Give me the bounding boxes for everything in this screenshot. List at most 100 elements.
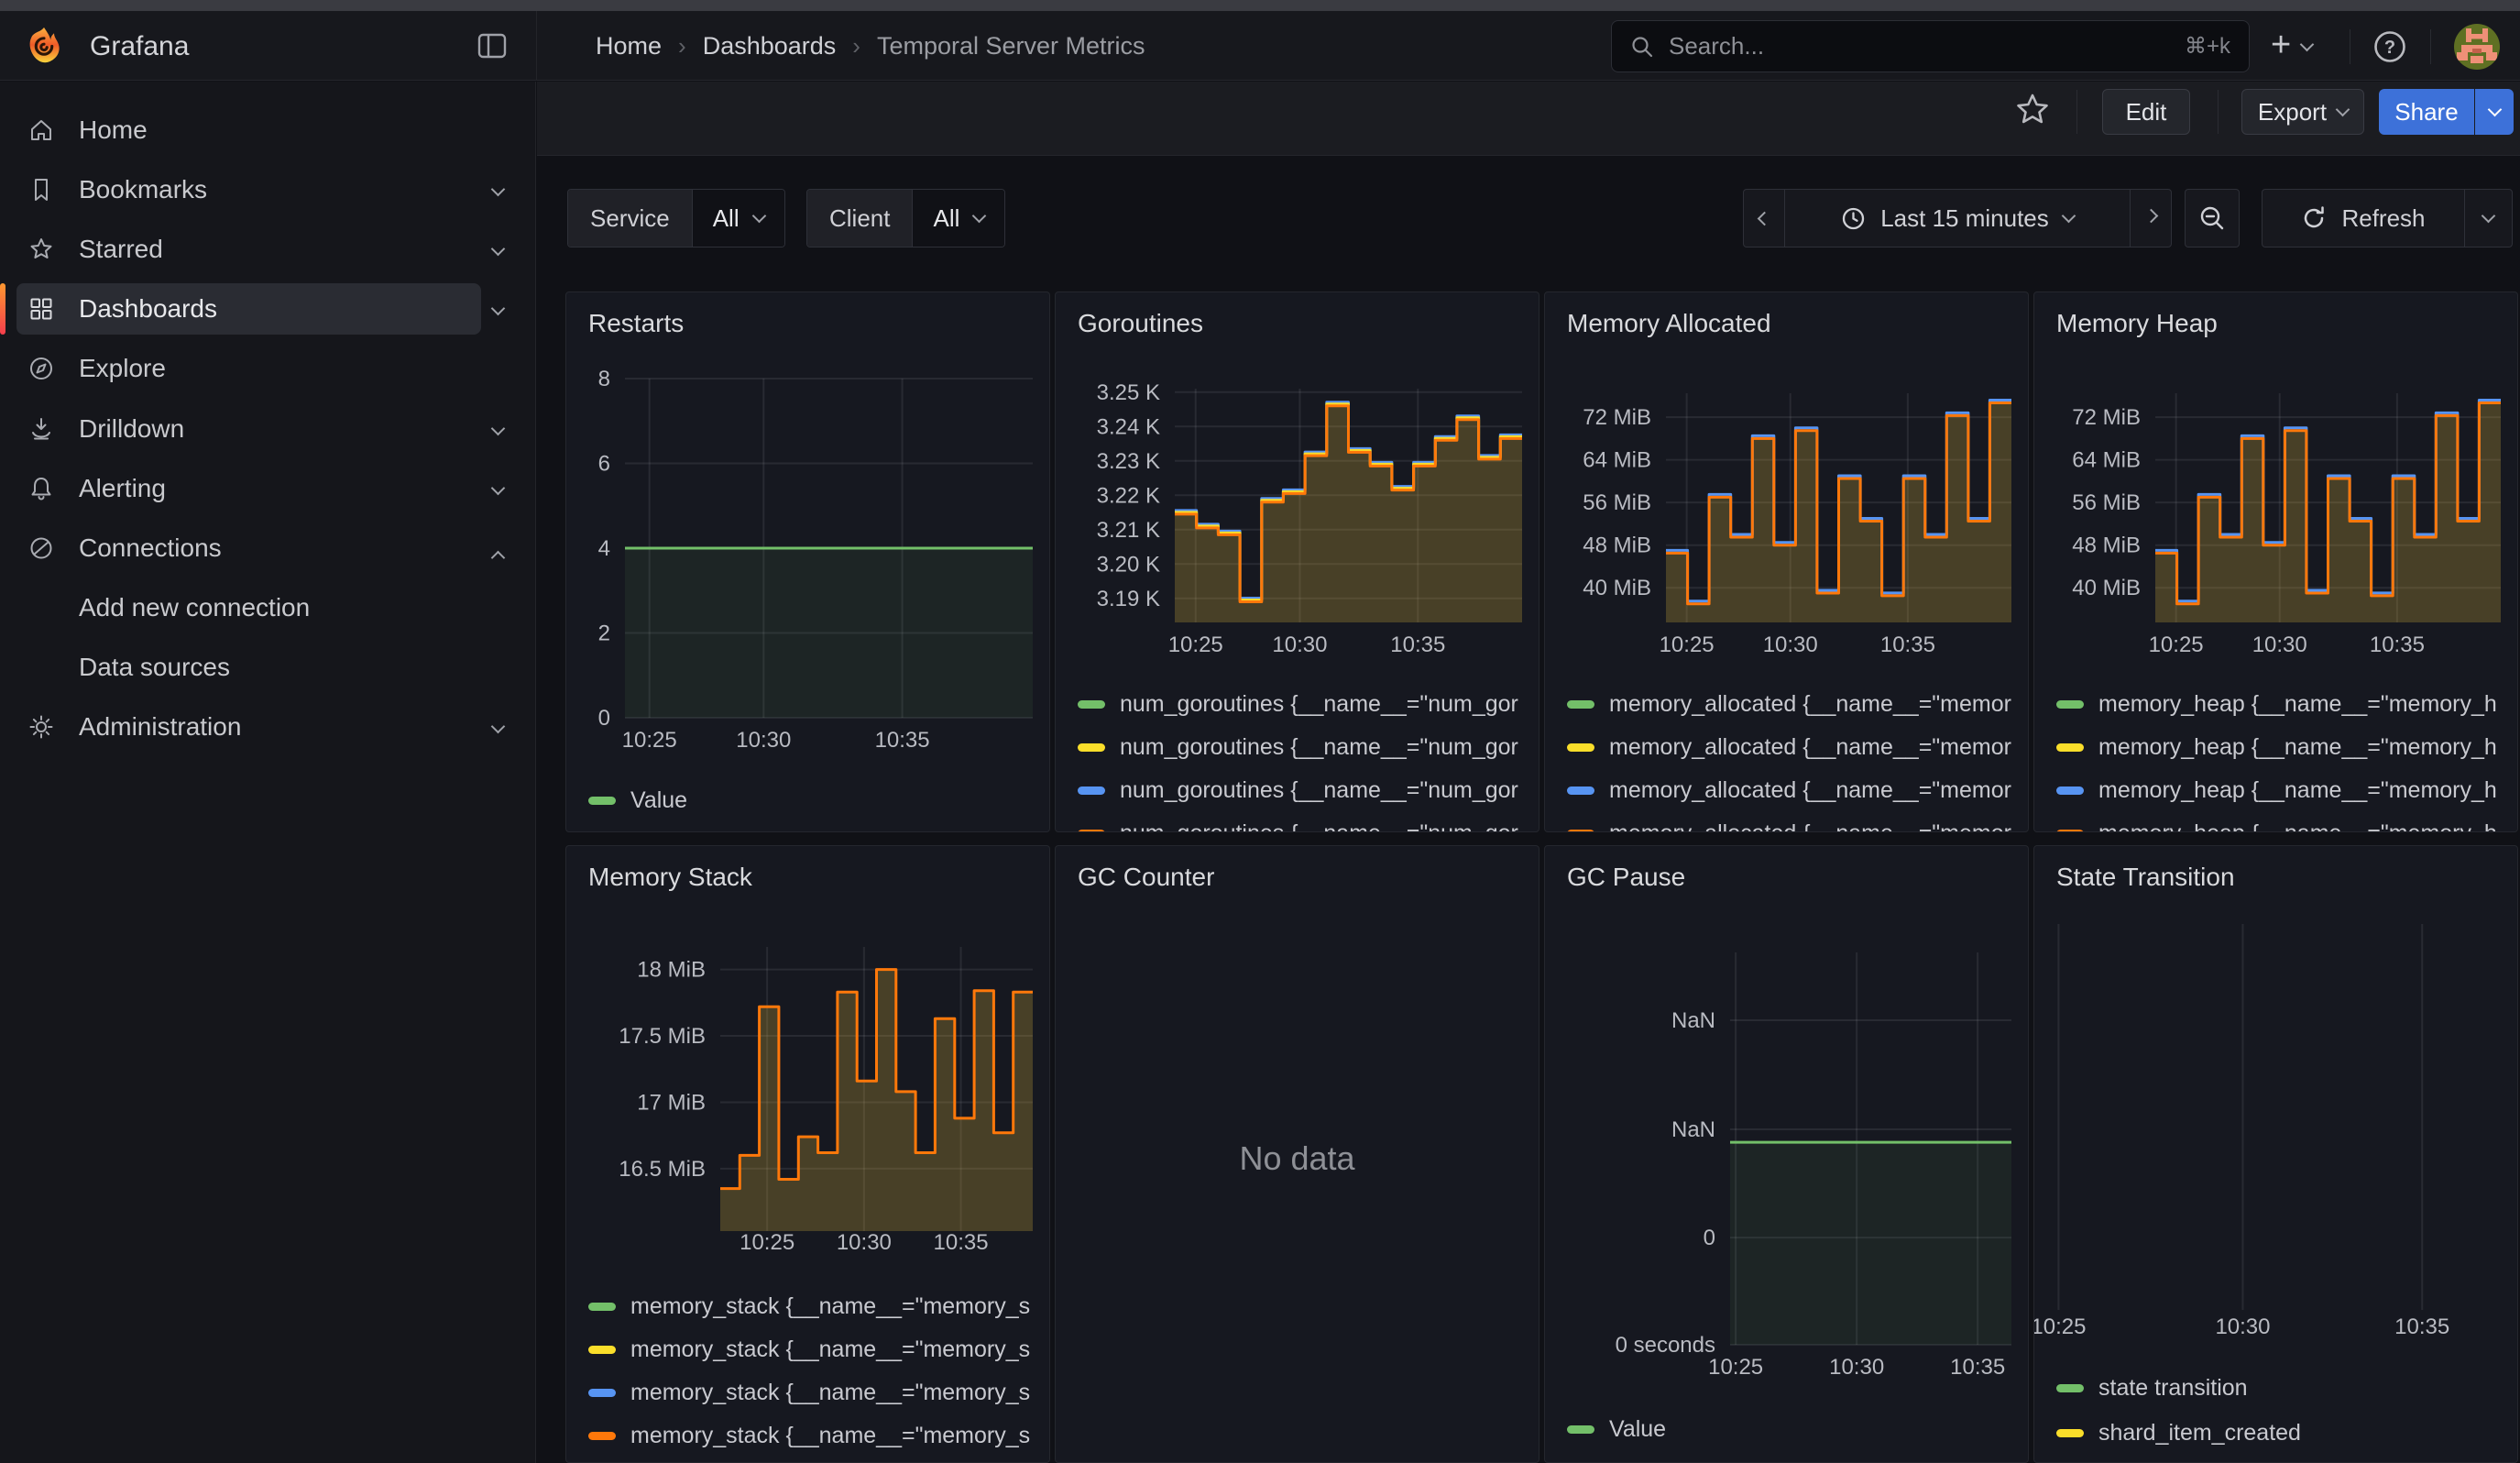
refresh-interval-button[interactable] bbox=[2464, 189, 2513, 248]
sidebar-item-label: Drilldown bbox=[79, 414, 184, 444]
chevron-up-icon[interactable] bbox=[491, 550, 506, 565]
legend-series-marker bbox=[2056, 1384, 2084, 1392]
svg-text:10:35: 10:35 bbox=[1880, 632, 1935, 657]
sidebar-item-label: Home bbox=[79, 116, 148, 145]
svg-text:3.19 K: 3.19 K bbox=[1097, 587, 1160, 611]
search-input[interactable] bbox=[1667, 31, 2172, 61]
legend-item[interactable]: num_goroutines {__name__="num_gor bbox=[1078, 820, 1518, 832]
legend-item[interactable]: memory_heap {__name__="memory_h bbox=[2056, 734, 2497, 761]
legend-series-marker bbox=[2056, 786, 2084, 795]
divider bbox=[2430, 29, 2431, 64]
clock-icon bbox=[1841, 206, 1866, 231]
legend-series-marker bbox=[1567, 743, 1594, 752]
breadcrumb-home[interactable]: Home bbox=[596, 32, 662, 60]
svg-text:10:35: 10:35 bbox=[2370, 632, 2425, 657]
sidebar-item-dashboards[interactable]: Dashboards bbox=[0, 280, 536, 338]
home-icon bbox=[27, 116, 55, 144]
sidebar-item-administration[interactable]: Administration bbox=[0, 698, 536, 756]
legend-item[interactable]: num_goroutines {__name__="num_gor bbox=[1078, 691, 1518, 718]
search-shortcut: ⌘+k bbox=[2185, 33, 2230, 60]
legend-item[interactable]: memory_allocated {__name__="memor bbox=[1567, 777, 2011, 804]
chevron-down-icon[interactable] bbox=[491, 480, 506, 495]
legend-series-marker bbox=[1078, 700, 1105, 709]
sidebar-collapse-icon[interactable] bbox=[477, 31, 508, 60]
sidebar-item-alerting[interactable]: Alerting bbox=[0, 459, 536, 518]
legend-series-marker bbox=[1567, 1425, 1594, 1434]
legend-item[interactable]: num_goroutines {__name__="num_gor bbox=[1078, 734, 1518, 761]
svg-text:72 MiB: 72 MiB bbox=[1583, 405, 1651, 430]
legend-item[interactable]: Value bbox=[1567, 1416, 1666, 1443]
sidebar-item-add-new-connection[interactable]: Add new connection bbox=[0, 578, 536, 637]
sidebar-item-drilldown[interactable]: Drilldown bbox=[0, 400, 536, 458]
legend-item[interactable]: memory_heap {__name__="memory_h bbox=[2056, 691, 2497, 718]
chevron-down-icon[interactable] bbox=[491, 242, 506, 257]
legend-item[interactable]: memory_allocated {__name__="memor bbox=[1567, 820, 2011, 832]
legend-item[interactable]: memory_allocated {__name__="memor bbox=[1567, 734, 2011, 761]
legend-item[interactable]: num_goroutines {__name__="num_gor bbox=[1078, 777, 1518, 804]
refresh-button[interactable]: Refresh bbox=[2262, 189, 2465, 248]
breadcrumb-current: Temporal Server Metrics bbox=[877, 32, 1145, 60]
chevron-down-icon[interactable] bbox=[491, 720, 506, 734]
sidebar-item-home[interactable]: Home bbox=[0, 101, 536, 160]
svg-text:3.23 K: 3.23 K bbox=[1097, 449, 1160, 474]
time-range-label: Last 15 minutes bbox=[1880, 204, 2049, 233]
legend-item[interactable]: memory_stack {__name__="memory_s bbox=[588, 1336, 1030, 1363]
state-transition-chart[interactable]: 10:2510:3010:35 bbox=[2034, 846, 2518, 1463]
legend-series-marker bbox=[588, 1432, 616, 1440]
restarts-chart[interactable]: 0246810:2510:3010:35 bbox=[566, 292, 1050, 832]
legend-item[interactable]: state transition bbox=[2056, 1375, 2248, 1402]
export-button[interactable]: Export bbox=[2241, 89, 2364, 135]
legend-item[interactable]: shard_item_created bbox=[2056, 1420, 2301, 1446]
sidebar-item-explore[interactable]: Explore bbox=[0, 339, 536, 398]
share-dropdown-button[interactable] bbox=[2475, 89, 2514, 135]
legend-series-marker bbox=[588, 797, 616, 805]
legend-series-marker bbox=[2056, 1429, 2084, 1437]
grafana-logo-icon[interactable] bbox=[24, 26, 64, 66]
svg-text:10:25: 10:25 bbox=[2034, 1314, 2086, 1339]
chevron-left-icon bbox=[1757, 211, 1771, 226]
gc-pause-chart[interactable]: 0 seconds0NaNNaN10:2510:3010:35 bbox=[1545, 846, 2029, 1463]
legend-series-marker bbox=[588, 1303, 616, 1311]
legend-series-label: memory_heap {__name__="memory_h bbox=[2098, 820, 2497, 832]
sidebar-item-label: Connections bbox=[79, 534, 222, 563]
svg-text:18 MiB: 18 MiB bbox=[637, 958, 706, 983]
service-filter[interactable]: Service All bbox=[567, 189, 785, 248]
sidebar-item-connections[interactable]: Connections bbox=[0, 519, 536, 578]
avatar[interactable] bbox=[2454, 24, 2500, 70]
favorite-star-icon[interactable] bbox=[2012, 90, 2053, 130]
time-back-button[interactable] bbox=[1743, 189, 1785, 248]
time-forward-button[interactable] bbox=[2130, 189, 2172, 248]
memory-stack-chart[interactable]: 16.5 MiB17 MiB17.5 MiB18 MiB10:2510:3010… bbox=[566, 846, 1050, 1463]
add-button[interactable]: + bbox=[2271, 28, 2339, 66]
divider bbox=[2218, 90, 2219, 134]
legend-item[interactable]: memory_stack {__name__="memory_s bbox=[588, 1293, 1030, 1320]
sidebar-item-label: Data sources bbox=[79, 653, 230, 682]
panel-title[interactable]: GC Counter bbox=[1078, 863, 1214, 892]
search-icon bbox=[1630, 35, 1654, 59]
share-button[interactable]: Share bbox=[2379, 89, 2474, 135]
chevron-down-icon[interactable] bbox=[491, 302, 506, 316]
legend-series-marker bbox=[1567, 830, 1594, 832]
time-zoom-out-button[interactable] bbox=[2185, 189, 2240, 248]
legend-series-label: memory_allocated {__name__="memor bbox=[1609, 691, 2011, 718]
breadcrumb-dashboards[interactable]: Dashboards bbox=[703, 32, 837, 60]
client-filter[interactable]: Client All bbox=[806, 189, 1005, 248]
search-box[interactable]: ⌘+k bbox=[1611, 20, 2250, 72]
svg-text:17.5 MiB: 17.5 MiB bbox=[619, 1024, 706, 1049]
sidebar-item-data-sources[interactable]: Data sources bbox=[0, 638, 536, 697]
legend-item[interactable]: memory_heap {__name__="memory_h bbox=[2056, 820, 2497, 832]
legend-item[interactable]: Value bbox=[588, 787, 687, 814]
chevron-down-icon[interactable] bbox=[491, 182, 506, 197]
svg-text:NaN: NaN bbox=[1671, 1117, 1715, 1142]
help-icon[interactable]: ? bbox=[2370, 27, 2410, 67]
sidebar-item-starred[interactable]: Starred bbox=[0, 220, 536, 279]
legend-item[interactable]: memory_allocated {__name__="memor bbox=[1567, 691, 2011, 718]
panel-state-transition: State Transition10:2510:3010:35state tra… bbox=[2033, 845, 2518, 1463]
sidebar-item-bookmarks[interactable]: Bookmarks bbox=[0, 160, 536, 219]
edit-button[interactable]: Edit bbox=[2102, 89, 2190, 135]
legend-item[interactable]: memory_stack {__name__="memory_s bbox=[588, 1423, 1030, 1449]
chevron-down-icon[interactable] bbox=[491, 421, 506, 435]
time-range-picker[interactable]: Last 15 minutes bbox=[1784, 189, 2131, 248]
legend-item[interactable]: memory_stack {__name__="memory_s bbox=[588, 1380, 1030, 1406]
legend-item[interactable]: memory_heap {__name__="memory_h bbox=[2056, 777, 2497, 804]
